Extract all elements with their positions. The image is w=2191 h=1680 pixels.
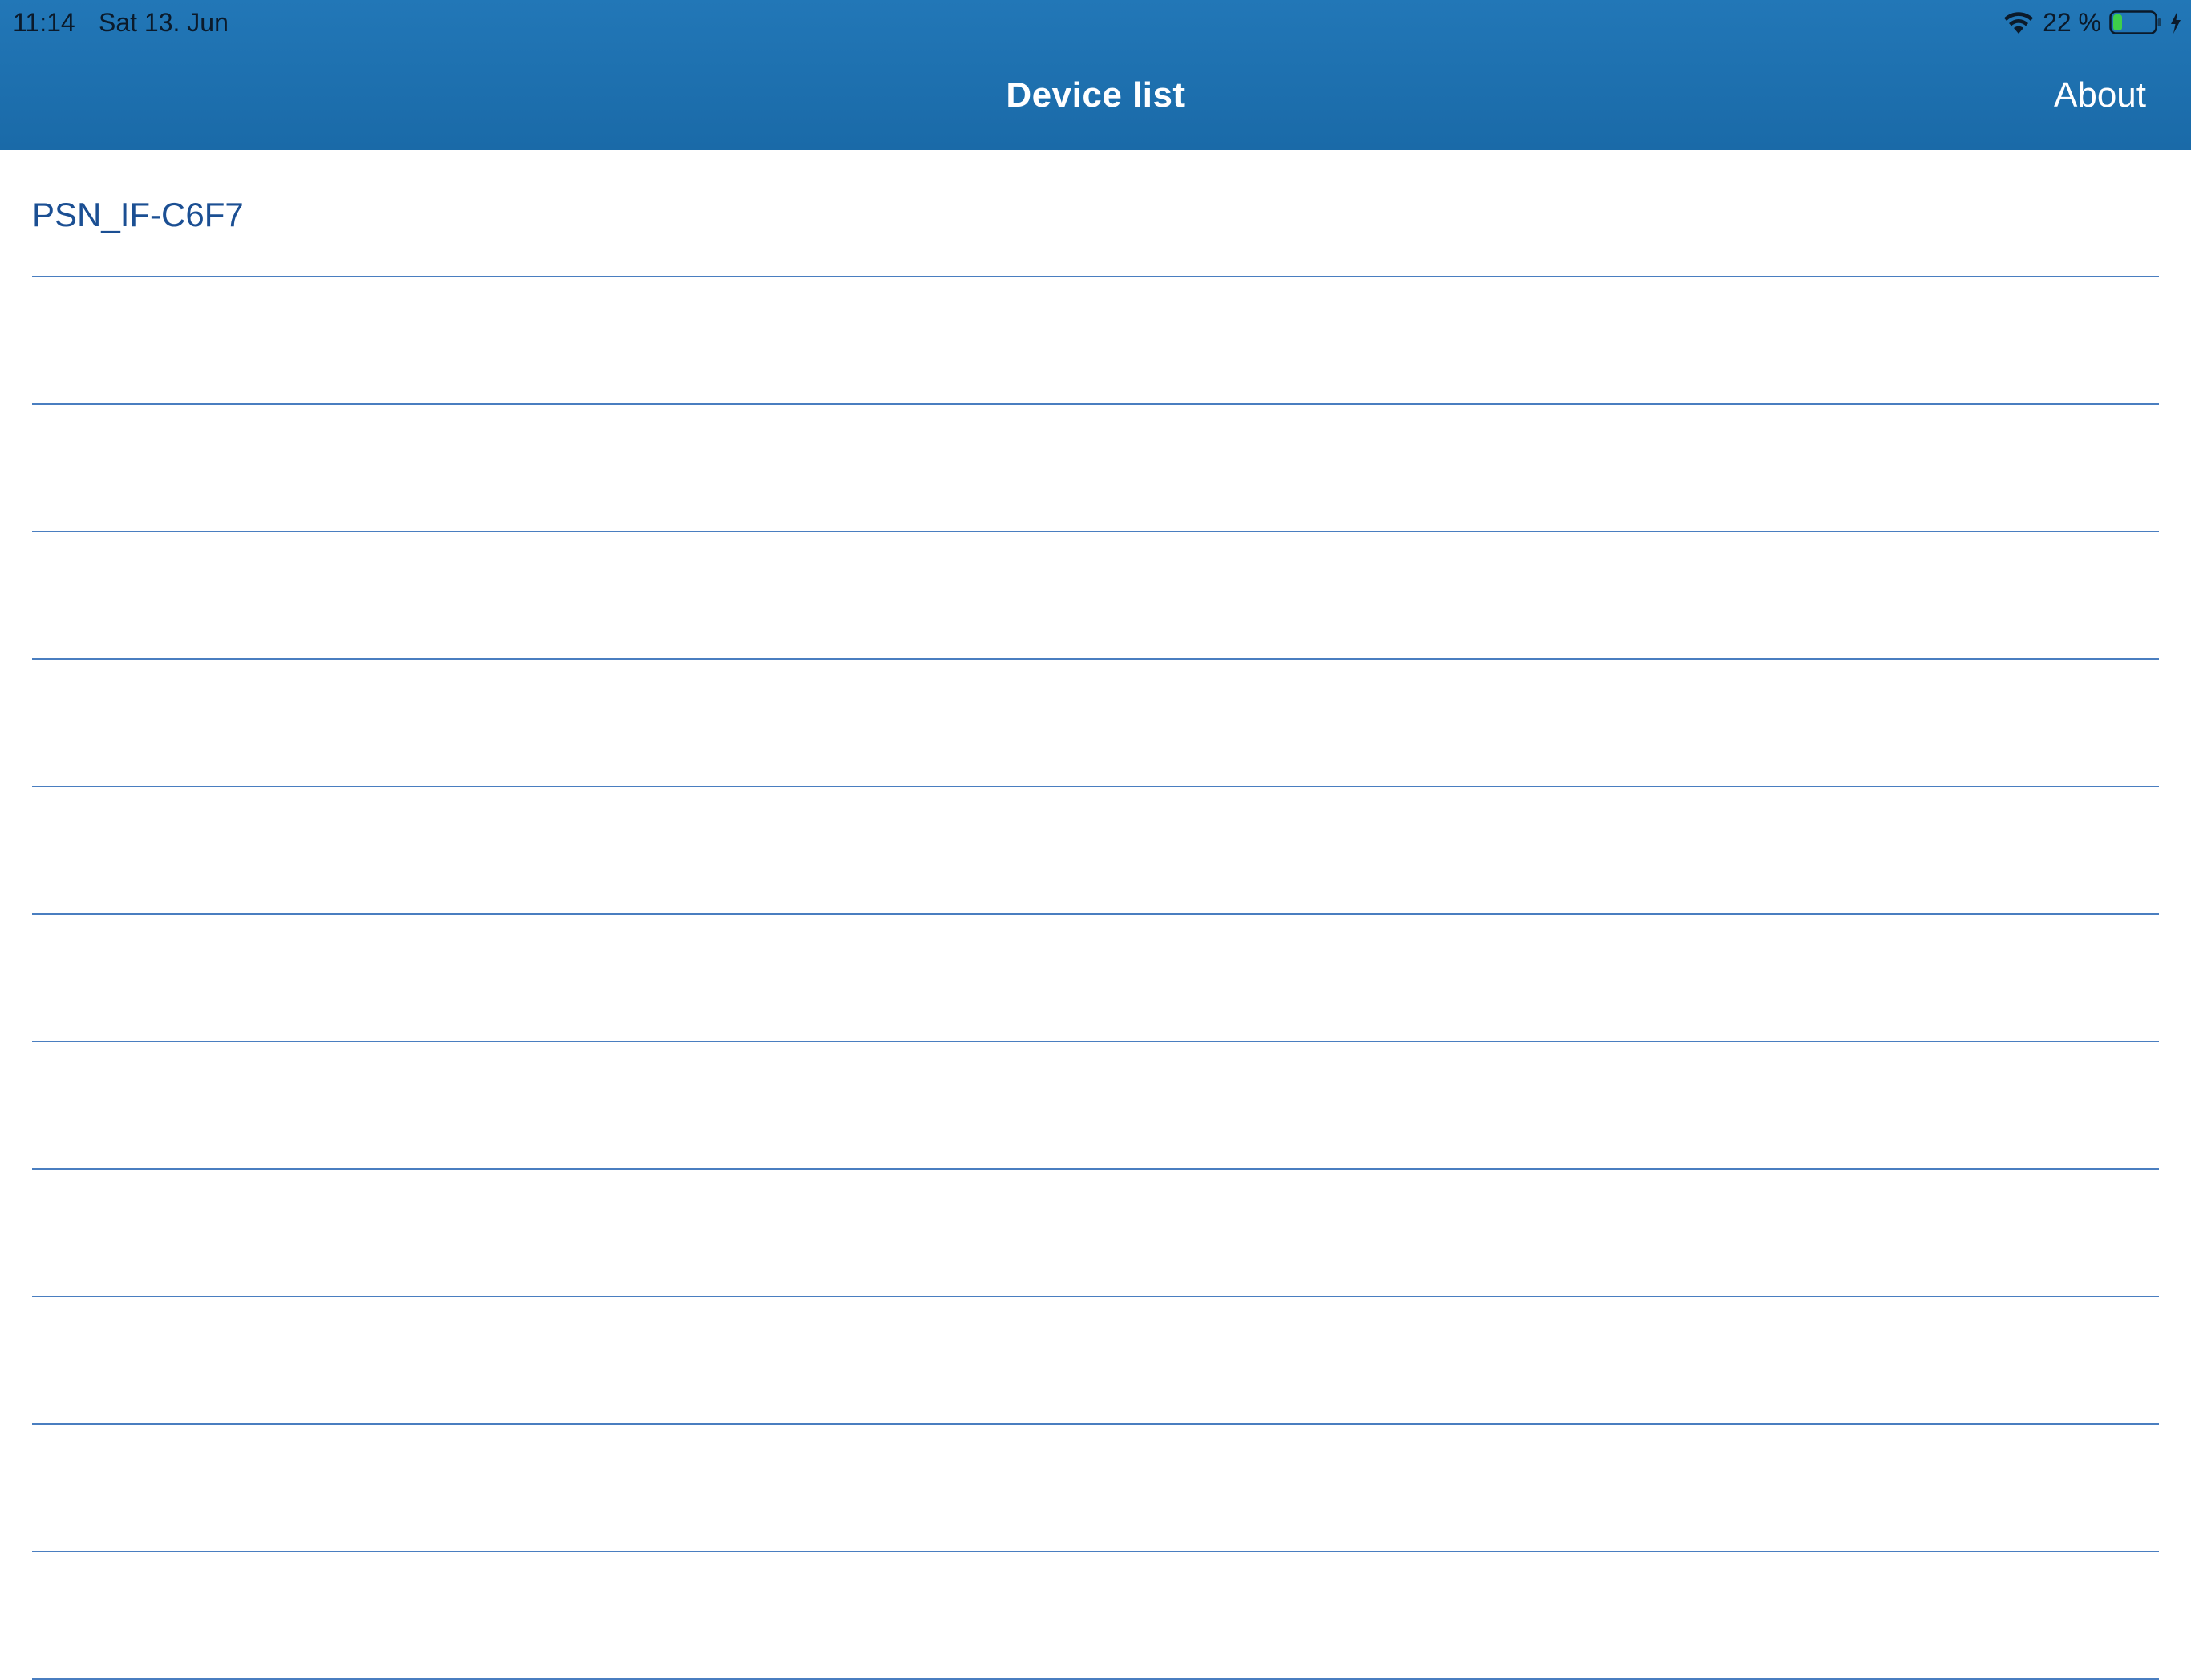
charging-bolt-icon	[2170, 11, 2181, 34]
navigation-bar: Device list About	[0, 45, 2191, 150]
status-date: Sat 13. Jun	[99, 8, 229, 37]
about-button[interactable]: About	[2054, 75, 2146, 115]
battery-icon	[2109, 10, 2162, 35]
device-name-label: PSN_IF-C6F7	[32, 196, 244, 233]
device-list-row[interactable]: PSN_IF-C6F7	[32, 150, 2159, 277]
device-list-row[interactable]	[32, 660, 2159, 787]
status-bar: 11:14 Sat 13. Jun 22 %	[0, 0, 2191, 45]
device-list-row[interactable]	[32, 915, 2159, 1042]
device-list-row[interactable]	[32, 277, 2159, 405]
device-list-row[interactable]	[32, 1042, 2159, 1170]
status-right-group: 22 %	[2003, 6, 2181, 38]
wifi-icon	[2003, 10, 2035, 35]
device-list-row[interactable]	[32, 787, 2159, 915]
device-list-row[interactable]	[32, 1170, 2159, 1297]
battery-percent: 22 %	[2043, 8, 2101, 37]
device-list-row[interactable]	[32, 1297, 2159, 1425]
status-time: 11:14	[13, 8, 75, 37]
page-title: Device list	[1006, 75, 1185, 115]
device-list-row[interactable]	[32, 1552, 2159, 1680]
device-list-row[interactable]	[32, 532, 2159, 660]
app-header: 11:14 Sat 13. Jun 22 % Device list About	[0, 0, 2191, 150]
device-list-row[interactable]	[32, 405, 2159, 532]
device-list: PSN_IF-C6F7	[32, 150, 2159, 1680]
device-list-row[interactable]	[32, 1425, 2159, 1552]
